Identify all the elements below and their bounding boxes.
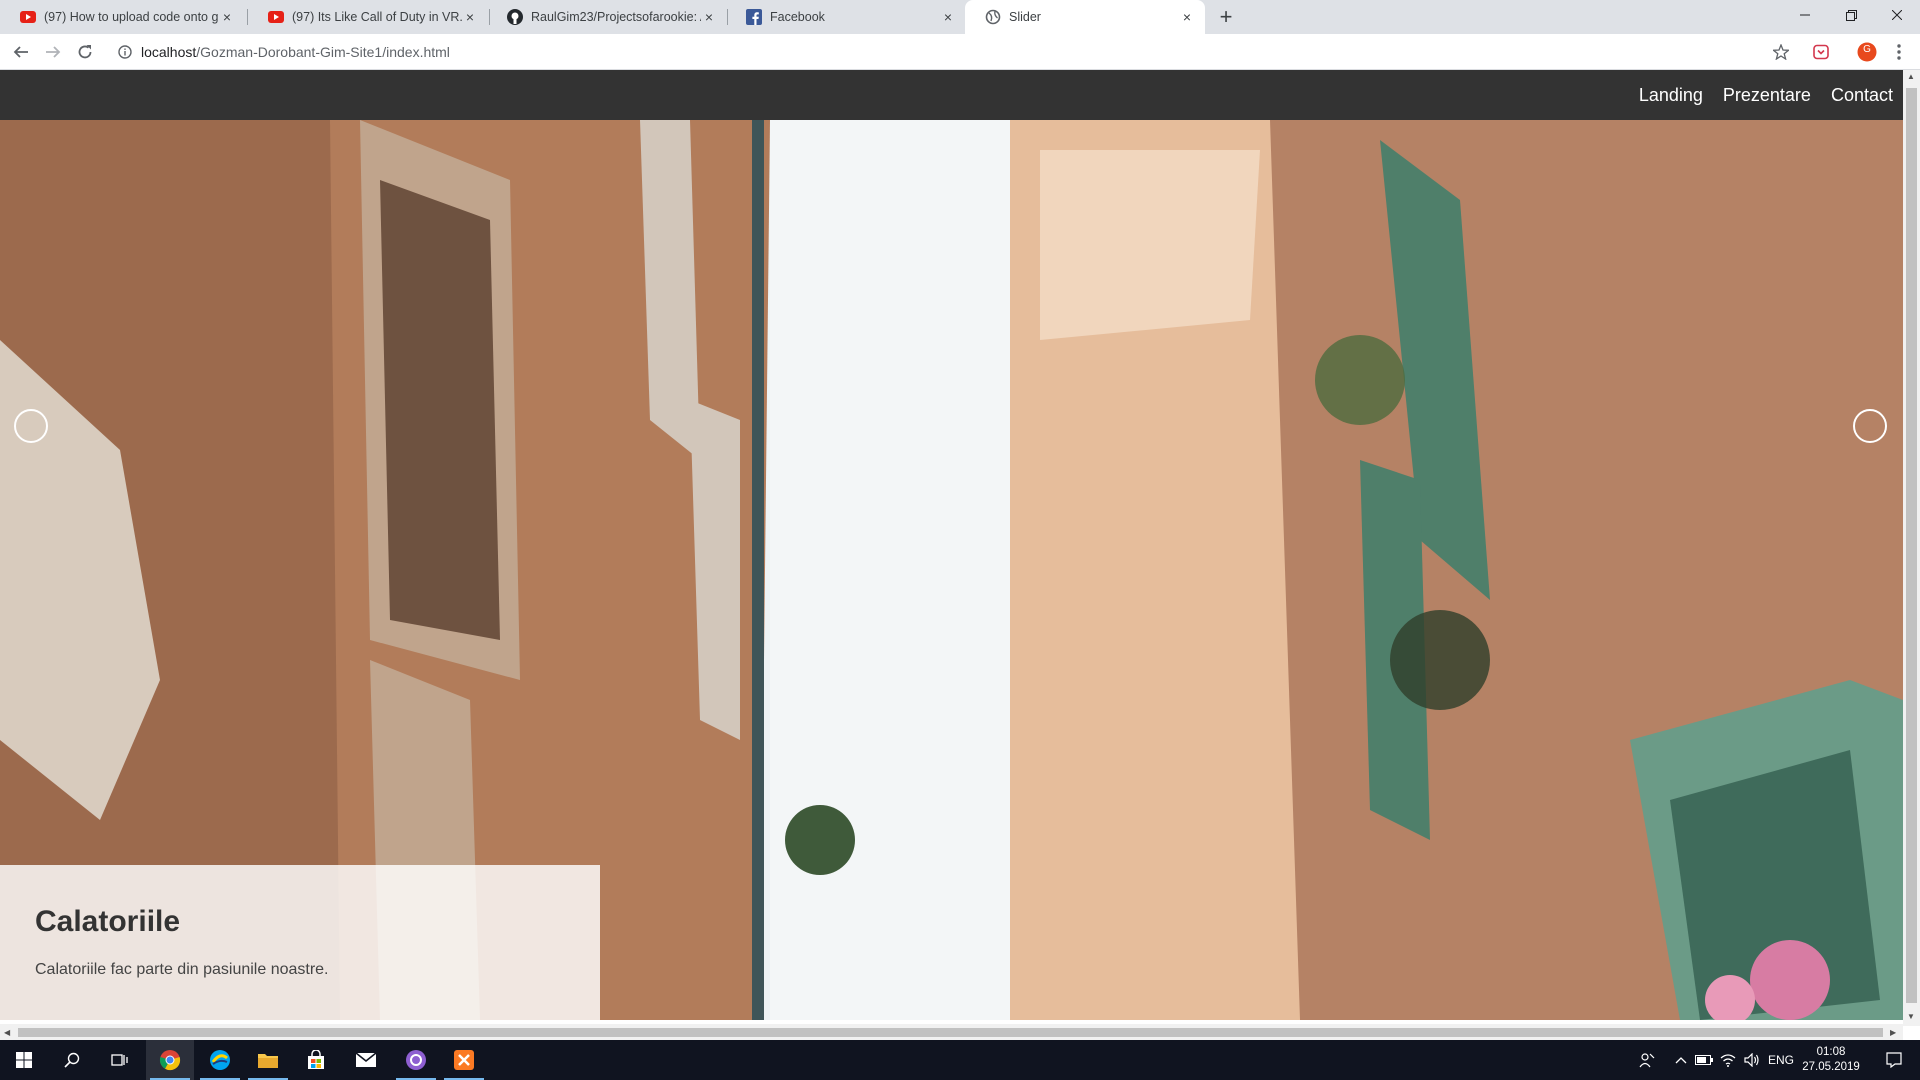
- windows-taskbar: ENG 01:08 27.05.2019: [0, 1040, 1920, 1080]
- scroll-up-icon[interactable]: ▲: [1907, 72, 1915, 81]
- profile-avatar[interactable]: G: [1855, 40, 1879, 64]
- tab-youtube-git[interactable]: (97) How to upload code onto git ×: [0, 0, 245, 34]
- vertical-scrollbar[interactable]: ▲ ▼: [1903, 70, 1920, 1026]
- xampp-icon[interactable]: [440, 1040, 488, 1080]
- site-navbar: Landing Prezentare Contact: [0, 70, 1903, 120]
- pocket-extension-icon[interactable]: [1809, 40, 1833, 64]
- web-page-viewport: Landing Prezentare Contact Calatoriile C…: [0, 70, 1920, 1041]
- tab-title: (97) Its Like Call of Duty in VR... -: [292, 10, 462, 24]
- close-icon[interactable]: ×: [462, 9, 478, 25]
- action-center-icon[interactable]: [1874, 1040, 1914, 1080]
- info-icon[interactable]: [111, 38, 139, 66]
- scroll-left-icon[interactable]: ◀: [4, 1028, 10, 1037]
- profile-initial: G: [1863, 44, 1871, 55]
- tab-slider-active[interactable]: Slider ×: [965, 0, 1205, 34]
- vertical-scroll-thumb[interactable]: [1906, 88, 1917, 1003]
- close-icon[interactable]: ×: [701, 9, 717, 25]
- youtube-icon: [268, 9, 284, 25]
- tab-title: Slider: [1009, 10, 1041, 24]
- people-icon[interactable]: [1632, 1040, 1662, 1080]
- taskbar-clock[interactable]: 01:08 27.05.2019: [1796, 1045, 1866, 1075]
- slide-caption-text: Calatoriile fac parte din pasiunile noas…: [35, 961, 329, 978]
- slide-caption: Calatoriile Calatoriile fac parte din pa…: [0, 865, 600, 1020]
- image-slider: Calatoriile Calatoriile fac parte din pa…: [0, 120, 1903, 1020]
- url-path: /Gozman-Dorobant-Gim-Site1/index.html: [196, 44, 450, 60]
- slider-prev-button[interactable]: [14, 409, 48, 443]
- mail-icon[interactable]: [342, 1040, 390, 1080]
- scroll-down-icon[interactable]: ▼: [1907, 1012, 1915, 1021]
- app-taskbar-icon[interactable]: [196, 1040, 244, 1080]
- nav-link-contact[interactable]: Contact: [1831, 85, 1893, 106]
- close-icon[interactable]: ×: [1179, 9, 1195, 25]
- new-tab-button[interactable]: +: [1213, 5, 1239, 31]
- kebab-menu-icon[interactable]: [1887, 40, 1911, 64]
- browser-tab-strip: (97) How to upload code onto git × (97) …: [0, 0, 1920, 34]
- volume-icon[interactable]: [1740, 1040, 1764, 1080]
- slider-next-button[interactable]: [1853, 409, 1887, 443]
- bookmark-star-icon[interactable]: [1769, 40, 1793, 64]
- slide-caption-title: Calatoriile: [35, 905, 181, 938]
- clock-date: 27.05.2019: [1802, 1061, 1860, 1073]
- tab-facebook[interactable]: Facebook ×: [726, 0, 966, 34]
- wifi-icon[interactable]: [1716, 1040, 1740, 1080]
- start-button[interactable]: [0, 1040, 48, 1080]
- facebook-icon: [746, 9, 762, 25]
- maximize-button[interactable]: [1828, 0, 1874, 30]
- youtube-icon: [20, 9, 36, 25]
- scroll-right-icon[interactable]: ▶: [1890, 1028, 1896, 1037]
- media-app-icon[interactable]: [392, 1040, 440, 1080]
- nav-link-landing[interactable]: Landing: [1639, 85, 1703, 106]
- close-icon[interactable]: ×: [219, 9, 235, 25]
- minimize-button[interactable]: [1782, 0, 1828, 30]
- nav-link-prezentare[interactable]: Prezentare: [1723, 85, 1811, 106]
- store-icon[interactable]: [292, 1040, 340, 1080]
- tab-title: Facebook: [770, 10, 825, 24]
- tab-github[interactable]: RaulGim23/Projectsofarookie: A ×: [487, 0, 727, 34]
- language-indicator[interactable]: ENG: [1766, 1040, 1796, 1080]
- show-hidden-icons-icon[interactable]: [1670, 1040, 1692, 1080]
- battery-icon[interactable]: [1692, 1040, 1716, 1080]
- search-icon[interactable]: [48, 1040, 96, 1080]
- close-window-button[interactable]: [1874, 0, 1920, 30]
- tab-title: RaulGim23/Projectsofarookie: A: [531, 10, 701, 24]
- forward-button[interactable]: [39, 38, 67, 66]
- back-button[interactable]: [7, 38, 35, 66]
- reload-button[interactable]: [71, 38, 99, 66]
- clock-time: 01:08: [1816, 1046, 1846, 1058]
- horizontal-scroll-thumb[interactable]: [18, 1028, 1883, 1037]
- globe-icon: [985, 9, 1001, 25]
- url-host: localhost: [141, 44, 197, 60]
- tab-youtube-vr[interactable]: (97) Its Like Call of Duty in VR... - ×: [248, 0, 488, 34]
- github-icon: [507, 9, 523, 25]
- browser-toolbar: localhost/Gozman-Dorobant-Gim-Site1/inde…: [0, 34, 1920, 70]
- close-icon[interactable]: ×: [940, 9, 956, 25]
- address-bar[interactable]: localhost/Gozman-Dorobant-Gim-Site1/inde…: [141, 44, 450, 60]
- task-view-icon[interactable]: [96, 1040, 144, 1080]
- file-explorer-icon[interactable]: [244, 1040, 292, 1080]
- chrome-taskbar-icon[interactable]: [146, 1040, 194, 1080]
- tab-title: (97) How to upload code onto git: [44, 10, 219, 24]
- horizontal-scrollbar[interactable]: ◀ ▶: [0, 1024, 1903, 1041]
